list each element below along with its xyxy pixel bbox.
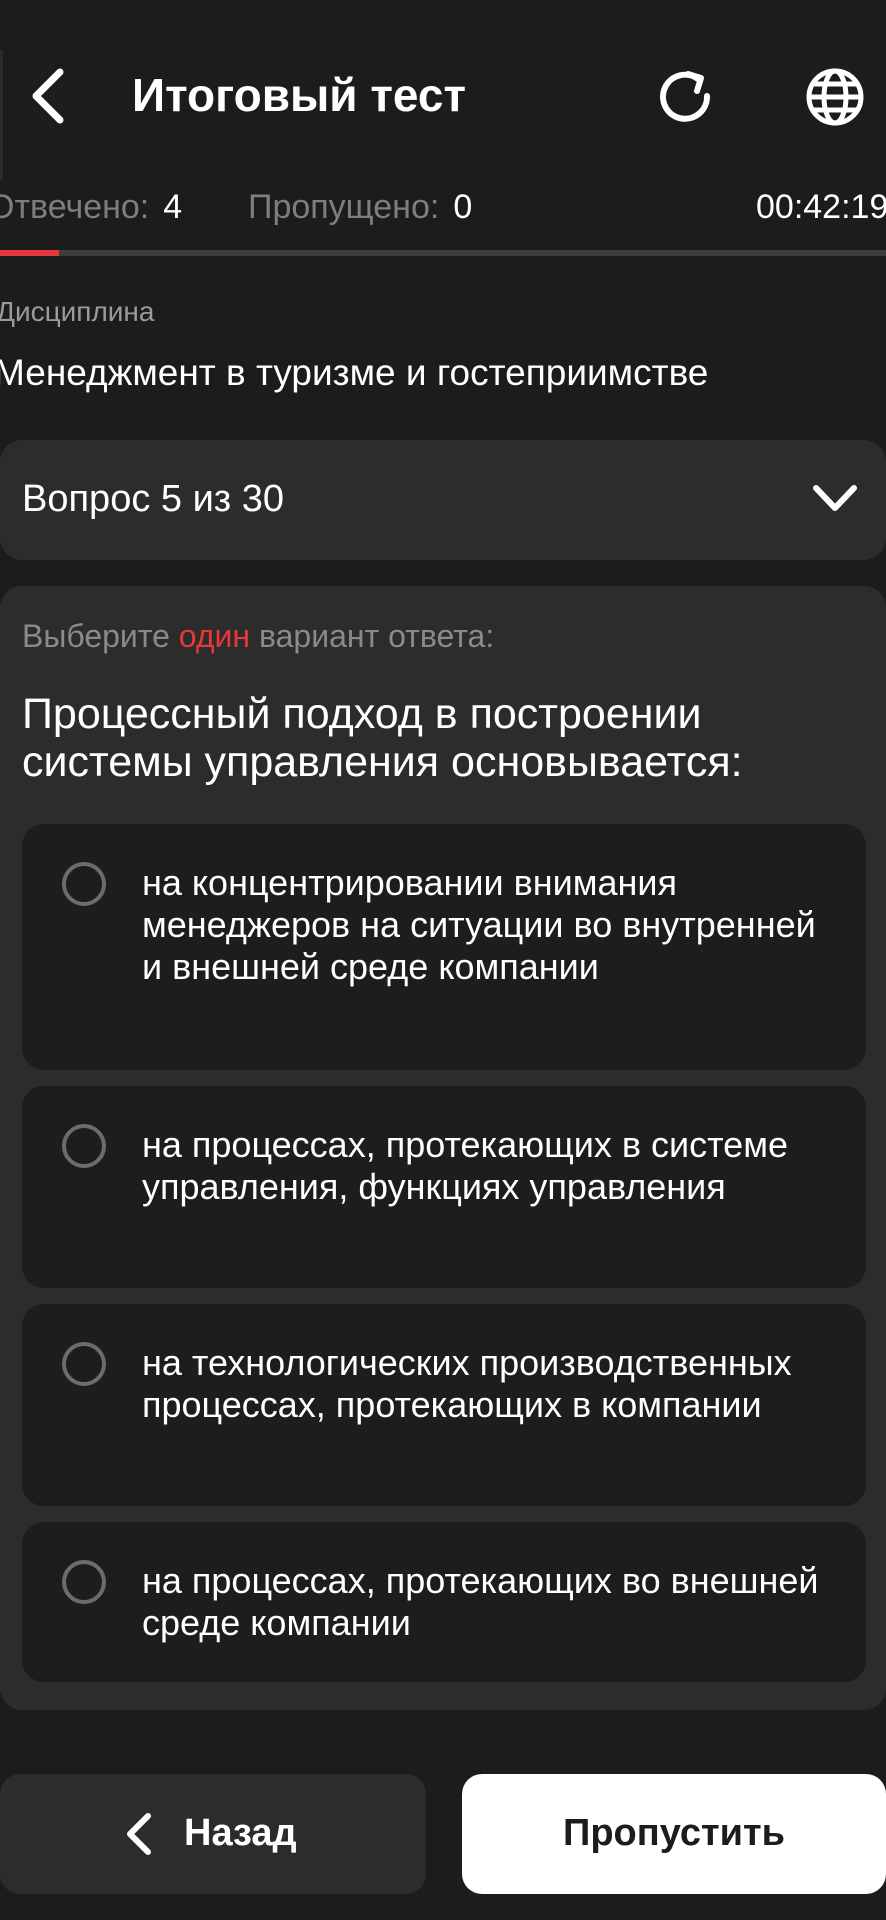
back-button-label: Назад xyxy=(184,1812,297,1854)
answered-label: Отвечено: xyxy=(0,188,150,226)
timer: 00:42:19 xyxy=(756,188,886,226)
question-selector-label: Вопрос 5 из 30 xyxy=(22,478,285,520)
answer-instruction: Выберите один вариант ответа: xyxy=(22,618,494,655)
answered-count: Отвечено: 4 xyxy=(0,188,182,227)
answer-option-text: на технологических производственных проц… xyxy=(142,1342,792,1425)
radio-icon[interactable] xyxy=(62,1560,106,1604)
progress-fill xyxy=(0,250,60,256)
answer-option-4[interactable]: на процессах, протекающих во внешней сре… xyxy=(22,1522,866,1682)
app-header: Итоговый тест xyxy=(0,0,886,200)
answer-option-text: на концентрировании внимания менеджеров … xyxy=(142,862,816,987)
skipped-count: Пропущено: 0 xyxy=(248,188,472,227)
question-card: Выберите один вариант ответа: Процессный… xyxy=(0,586,886,1710)
reload-icon[interactable] xyxy=(654,66,718,130)
back-button[interactable]: Назад xyxy=(0,1774,426,1894)
question-selector[interactable]: Вопрос 5 из 30 xyxy=(0,440,886,560)
discipline-label: Дисциплина xyxy=(0,296,155,327)
radio-icon[interactable] xyxy=(62,1342,106,1386)
chevron-down-icon xyxy=(813,485,857,511)
skip-button-label: Пропустить xyxy=(563,1812,785,1854)
chevron-left-icon xyxy=(127,1813,151,1855)
skip-button[interactable]: Пропустить xyxy=(462,1774,886,1894)
answer-option-text: на процессах, протекающих в системе упра… xyxy=(142,1124,788,1207)
radio-icon[interactable] xyxy=(62,1124,106,1168)
answer-option-1[interactable]: на концентрировании внимания менеджеров … xyxy=(22,824,866,1070)
discipline-name: Менеджмент в туризме и гостеприимстве xyxy=(0,352,709,393)
instruction-accent: один xyxy=(178,618,251,654)
globe-icon[interactable] xyxy=(804,66,866,128)
back-chevron-icon[interactable] xyxy=(24,64,72,128)
answer-option-2[interactable]: на процессах, протекающих в системе упра… xyxy=(22,1086,866,1288)
answer-option-3[interactable]: на технологических производственных проц… xyxy=(22,1304,866,1506)
skipped-label: Пропущено: xyxy=(248,188,440,226)
instruction-text-start: Выберите xyxy=(22,618,179,654)
test-stats: Отвечено: 4 Пропущено: 0 00:42:19 xyxy=(0,188,886,238)
progress-bar xyxy=(0,250,886,256)
page-title: Итоговый тест xyxy=(132,69,466,121)
radio-icon[interactable] xyxy=(62,862,106,906)
skipped-value: 0 xyxy=(453,188,473,226)
question-text: Процессный подход в построении системы у… xyxy=(22,690,743,786)
answer-option-text: на процессах, протекающих во внешней сре… xyxy=(142,1560,819,1643)
answered-value: 4 xyxy=(163,188,183,226)
instruction-text-end: вариант ответа: xyxy=(250,618,495,654)
